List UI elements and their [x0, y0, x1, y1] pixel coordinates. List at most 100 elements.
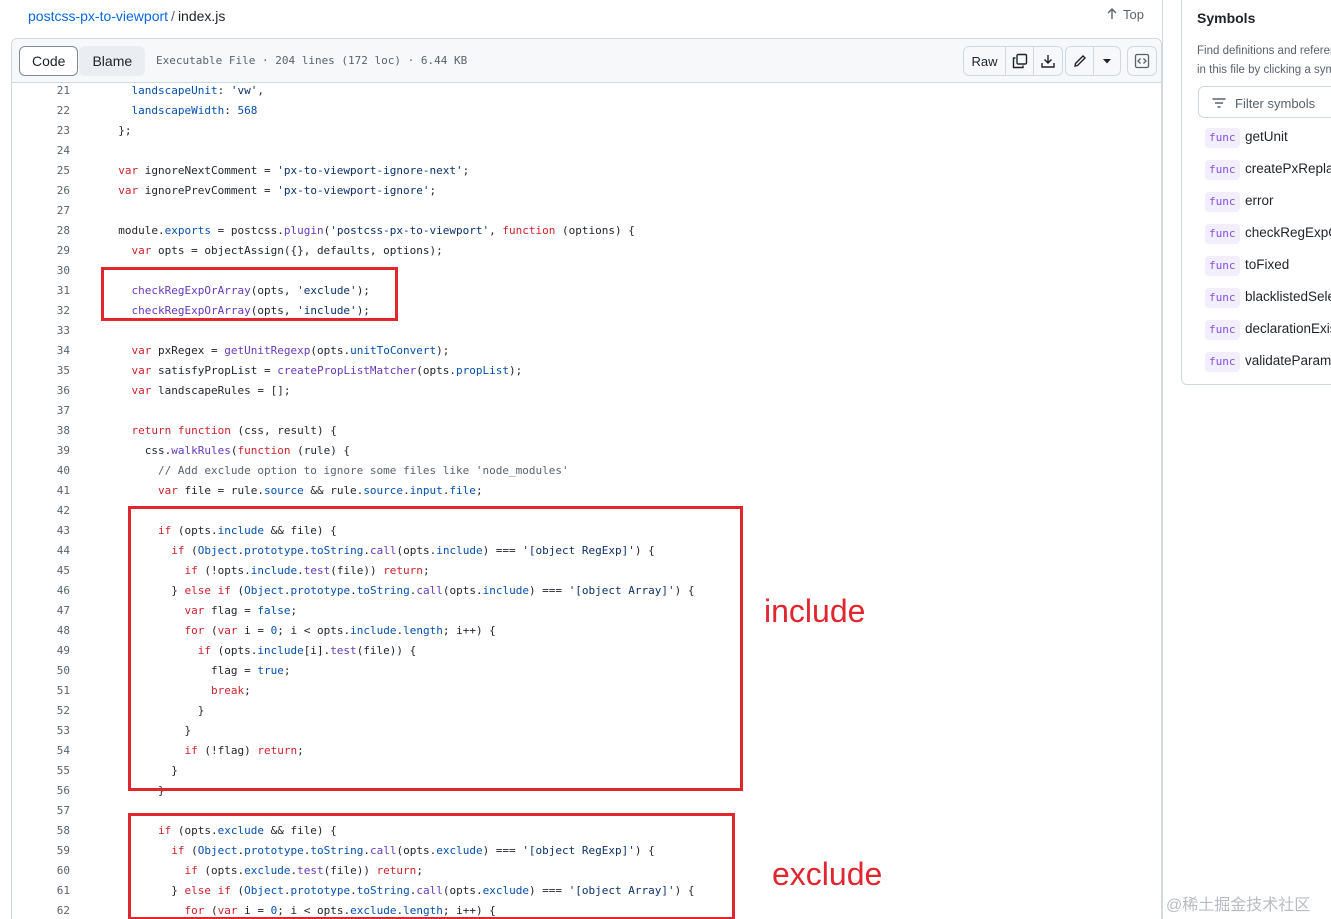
line-number[interactable]: 58 — [12, 821, 70, 841]
symbol-item[interactable]: func validateParams — [1205, 350, 1331, 374]
line-number[interactable]: 48 — [12, 621, 70, 641]
code-line: 57 — [12, 801, 1161, 821]
line-number[interactable]: 47 — [12, 601, 70, 621]
line-number[interactable]: 28 — [12, 221, 70, 241]
symbol-item[interactable]: func declarationExists — [1205, 318, 1331, 342]
code-text: var landscapeRules = []; — [131, 384, 291, 397]
annotation-label-exclude: exclude — [772, 856, 883, 892]
copy-button[interactable] — [1006, 47, 1034, 75]
symbols-panel-toggle[interactable] — [1127, 46, 1157, 76]
code-text: if (!opts.include.test(file)) return; — [184, 564, 430, 577]
filter-symbols-input[interactable] — [1235, 93, 1331, 113]
symbol-item[interactable]: func checkRegExpOrArray — [1205, 222, 1331, 246]
line-number[interactable]: 21 — [12, 81, 70, 101]
code-text: // Add exclude option to ignore some fil… — [157, 464, 569, 477]
symbol-kind-badge: func — [1205, 320, 1240, 340]
code-line: 31 checkRegExpOrArray(opts, 'exclude'); — [12, 281, 1161, 301]
line-number[interactable]: 44 — [12, 541, 70, 561]
symbol-name: getUnit — [1245, 129, 1288, 144]
line-number[interactable]: 46 — [12, 581, 70, 601]
filter-symbols-field[interactable] — [1198, 86, 1331, 118]
raw-button[interactable]: Raw — [964, 47, 1006, 75]
code-text: } — [105, 784, 165, 797]
line-number[interactable]: 27 — [12, 201, 70, 221]
line-number[interactable]: 37 — [12, 401, 70, 421]
line-number[interactable]: 30 — [12, 261, 70, 281]
edit-dropdown-button[interactable] — [1094, 47, 1120, 75]
symbol-item[interactable]: func getUnit — [1205, 126, 1331, 150]
symbol-item[interactable]: func createPxReplace — [1205, 158, 1331, 182]
line-number[interactable]: 59 — [12, 841, 70, 861]
download-button[interactable] — [1034, 47, 1062, 75]
code-line: 45 if (!opts.include.test(file)) return; — [12, 561, 1161, 581]
code-line: 37 — [12, 401, 1161, 421]
line-number[interactable]: 38 — [12, 421, 70, 441]
line-number[interactable]: 52 — [12, 701, 70, 721]
code-line: 22 landscapeWidth: 568 — [12, 101, 1161, 121]
line-number[interactable]: 43 — [12, 521, 70, 541]
line-number[interactable]: 51 — [12, 681, 70, 701]
line-number[interactable]: 34 — [12, 341, 70, 361]
line-number[interactable]: 35 — [12, 361, 70, 381]
line-number[interactable]: 53 — [12, 721, 70, 741]
line-number[interactable]: 60 — [12, 861, 70, 881]
code-text: if (opts.exclude && file) { — [157, 824, 337, 837]
line-number[interactable]: 40 — [12, 461, 70, 481]
symbol-kind-badge: func — [1205, 192, 1240, 212]
line-number[interactable]: 54 — [12, 741, 70, 761]
code-text: break; — [210, 684, 251, 697]
code-text: if (opts.exclude.test(file)) return; — [184, 864, 423, 877]
edit-actions-group — [1065, 46, 1121, 76]
code-text: var file = rule.source && rule.source.in… — [157, 484, 483, 497]
code-line: 59 if (Object.prototype.toString.call(op… — [12, 841, 1161, 861]
top-button[interactable]: Top — [1106, 7, 1144, 22]
line-number[interactable]: 62 — [12, 901, 70, 919]
code-text: if (opts.include[i].test(file)) { — [197, 644, 417, 657]
line-number[interactable]: 50 — [12, 661, 70, 681]
code-line: 60 if (opts.exclude.test(file)) return; — [12, 861, 1161, 881]
line-number[interactable]: 41 — [12, 481, 70, 501]
code-text: var flag = false; — [184, 604, 298, 617]
code-line: 35 var satisfyPropList = createPropListM… — [12, 361, 1161, 381]
line-number[interactable]: 39 — [12, 441, 70, 461]
symbols-title: Symbols — [1197, 10, 1256, 26]
symbol-item[interactable]: func error — [1205, 190, 1331, 214]
code-line: 54 if (!flag) return; — [12, 741, 1161, 761]
line-number[interactable]: 33 — [12, 321, 70, 341]
line-number[interactable]: 49 — [12, 641, 70, 661]
line-number[interactable]: 25 — [12, 161, 70, 181]
breadcrumb-repo-link[interactable]: postcss-px-to-viewport — [28, 8, 168, 24]
line-number[interactable]: 56 — [12, 781, 70, 801]
line-number[interactable]: 57 — [12, 801, 70, 821]
code-text: for (var i = 0; i < opts.exclude.length;… — [184, 904, 496, 917]
symbol-item[interactable]: func blacklistedSelector — [1205, 286, 1331, 310]
code-line: 55 } — [12, 761, 1161, 781]
code-text: }; — [105, 124, 132, 137]
line-number[interactable]: 26 — [12, 181, 70, 201]
symbol-item[interactable]: func toFixed — [1205, 254, 1331, 278]
code-text: } — [105, 724, 192, 737]
symbol-name: blacklistedSelector — [1245, 289, 1331, 304]
code-line: 62 for (var i = 0; i < opts.exclude.leng… — [12, 901, 1161, 919]
blame-tab[interactable]: Blame — [79, 46, 146, 76]
code-tab[interactable]: Code — [19, 46, 79, 76]
line-number[interactable]: 45 — [12, 561, 70, 581]
line-number[interactable]: 36 — [12, 381, 70, 401]
annotation-label-include: include — [764, 593, 866, 629]
line-number[interactable]: 23 — [12, 121, 70, 141]
line-number[interactable]: 22 — [12, 101, 70, 121]
line-number[interactable]: 29 — [12, 241, 70, 261]
line-number[interactable]: 31 — [12, 281, 70, 301]
code-text: var satisfyPropList = createPropListMatc… — [131, 364, 523, 377]
edit-button[interactable] — [1066, 47, 1094, 75]
code-line: 41 var file = rule.source && rule.source… — [12, 481, 1161, 501]
line-number[interactable]: 32 — [12, 301, 70, 321]
symbol-name: validateParams — [1245, 353, 1331, 368]
symbol-name: checkRegExpOrArray — [1245, 225, 1331, 240]
code-line: 61 } else if (Object.prototype.toString.… — [12, 881, 1161, 901]
line-number[interactable]: 61 — [12, 881, 70, 901]
line-number[interactable]: 24 — [12, 141, 70, 161]
line-number[interactable]: 55 — [12, 761, 70, 781]
line-number[interactable]: 42 — [12, 501, 70, 521]
code-line: 52 } — [12, 701, 1161, 721]
